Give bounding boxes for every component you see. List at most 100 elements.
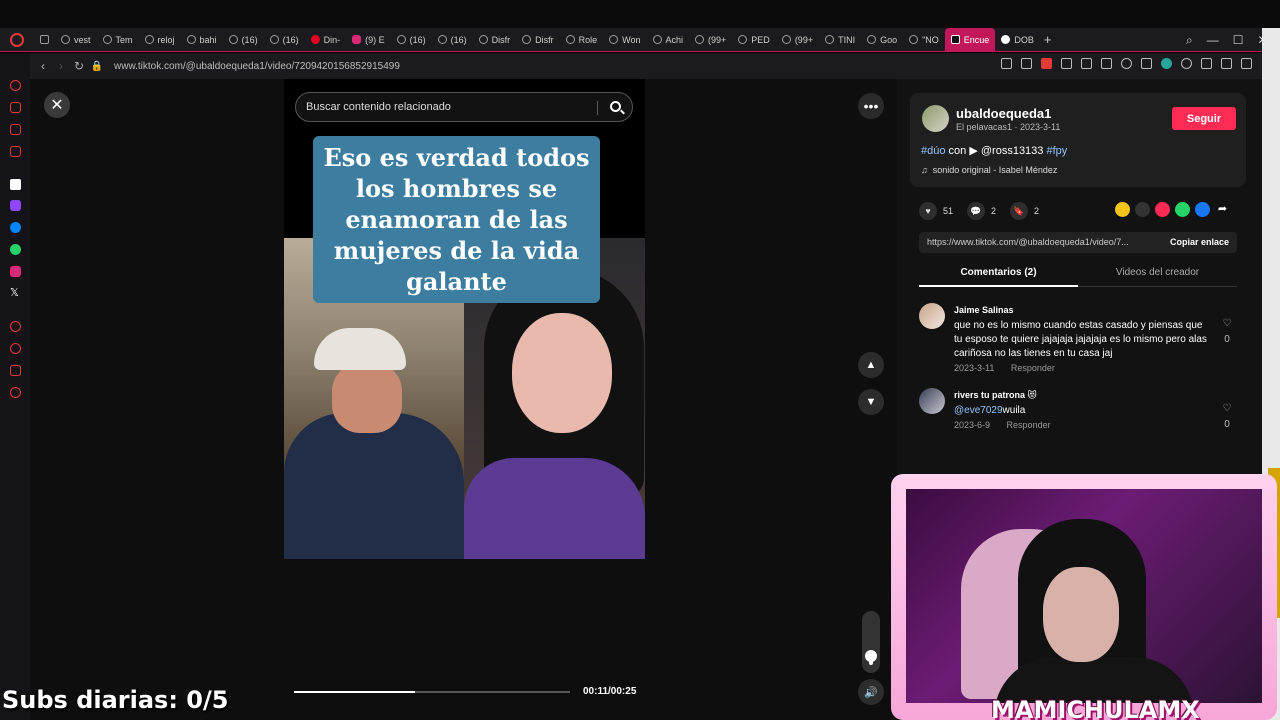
- progress-bar[interactable]: [294, 691, 570, 693]
- browser-tab[interactable]: Disfr: [473, 28, 517, 52]
- browser-tab[interactable]: Role: [560, 28, 604, 52]
- browser-tab[interactable]: (16): [264, 28, 305, 52]
- pin-icon[interactable]: [1001, 58, 1012, 69]
- snapshot-icon[interactable]: [1021, 58, 1032, 69]
- video-popout-icon[interactable]: [10, 321, 21, 332]
- history-icon[interactable]: [10, 343, 21, 354]
- hashtag-fpy[interactable]: #fpy: [1046, 145, 1067, 157]
- comment-stat[interactable]: 💬 2: [967, 202, 996, 220]
- heart-icon[interactable]: [1121, 58, 1132, 69]
- browser-tab[interactable]: Achi: [647, 28, 690, 52]
- url-field[interactable]: www.tiktok.com/@ubaldoequeda1/video/7209…: [114, 61, 400, 72]
- volume-icon[interactable]: 🔊: [858, 679, 884, 705]
- browser-tab[interactable]: (99+: [689, 28, 732, 52]
- like-stat[interactable]: ♥ 51: [919, 202, 953, 220]
- browser-tab[interactable]: vest: [55, 28, 97, 52]
- facebook-share-icon[interactable]: [1195, 202, 1210, 217]
- comment-like-icon[interactable]: ♡: [1220, 403, 1234, 414]
- browser-tab[interactable]: DOB: [995, 28, 1040, 52]
- browser-tab[interactable]: (99+: [776, 28, 819, 52]
- close-video-button[interactable]: ✕: [44, 92, 70, 118]
- comment-mention[interactable]: @eve7029: [954, 405, 1003, 416]
- save-stat[interactable]: 🔖 2: [1010, 202, 1039, 220]
- browser-tab[interactable]: (16): [391, 28, 432, 52]
- pocket-icon[interactable]: [1041, 58, 1052, 69]
- embed-icon[interactable]: [1135, 202, 1150, 217]
- messenger-m-icon[interactable]: [10, 146, 21, 157]
- extensions-icon[interactable]: [1141, 58, 1152, 69]
- adblock-icon[interactable]: [1081, 58, 1092, 69]
- comment-like-icon[interactable]: ♡: [1220, 318, 1234, 329]
- comment-avatar[interactable]: [919, 388, 945, 414]
- crypto-wallet-icon[interactable]: [10, 102, 21, 113]
- new-tab-button[interactable]: +: [1044, 32, 1052, 47]
- volume-slider[interactable]: [862, 611, 880, 673]
- related-search-input[interactable]: Buscar contenido relacionado: [295, 92, 633, 122]
- tab-workspace[interactable]: [34, 28, 55, 52]
- back-icon[interactable]: ‹: [34, 59, 52, 73]
- maximize-button[interactable]: ☐: [1233, 33, 1244, 47]
- download-icon[interactable]: [1221, 58, 1232, 69]
- ai-icon[interactable]: [10, 179, 21, 190]
- browser-tab[interactable]: Encue: [944, 27, 996, 52]
- browser-tab[interactable]: Disfr: [516, 28, 560, 52]
- reply-button[interactable]: Responder: [1007, 420, 1051, 430]
- browser-tab[interactable]: Tem: [97, 28, 139, 52]
- menu-icon[interactable]: [1241, 58, 1252, 69]
- search-icon[interactable]: [610, 101, 621, 112]
- minimize-button[interactable]: —: [1207, 33, 1219, 47]
- twitch-icon[interactable]: [10, 200, 21, 211]
- browser-tab[interactable]: (9) E: [346, 28, 391, 52]
- comment-author[interactable]: Jaime Salinas: [954, 305, 1014, 315]
- wallet-icon[interactable]: [1201, 58, 1212, 69]
- clock-icon[interactable]: [1181, 58, 1192, 69]
- player-icon[interactable]: [10, 124, 21, 135]
- whatsapp-share-icon[interactable]: [1175, 202, 1190, 217]
- opera-logo-icon[interactable]: [10, 32, 24, 47]
- browser-tab[interactable]: (16): [432, 28, 473, 52]
- aria-icon[interactable]: [10, 80, 21, 91]
- browser-tab[interactable]: Goo: [861, 28, 903, 52]
- more-options-button[interactable]: •••: [858, 93, 884, 119]
- vpn-badge-icon[interactable]: [1161, 58, 1172, 69]
- browser-tab[interactable]: Won: [603, 28, 646, 52]
- reload-icon[interactable]: ↻: [70, 59, 88, 73]
- creator-username[interactable]: ubaldoequeda1: [956, 106, 1051, 121]
- share-arrow-icon[interactable]: ➦: [1215, 202, 1230, 217]
- heart-icon[interactable]: ♥: [919, 202, 937, 220]
- play-icon[interactable]: [1101, 58, 1112, 69]
- previous-video-button[interactable]: ▲: [858, 352, 884, 378]
- translate-icon[interactable]: [1061, 58, 1072, 69]
- forward-icon[interactable]: ›: [52, 59, 70, 73]
- music-info[interactable]: ♫ sonido original - Isabel Méndez: [921, 165, 1057, 175]
- browser-tab[interactable]: bahi: [181, 28, 223, 52]
- send-friend-icon[interactable]: [1155, 202, 1170, 217]
- browser-tab[interactable]: reloj: [139, 28, 181, 52]
- comment-avatar[interactable]: [919, 303, 945, 329]
- comment-icon[interactable]: 💬: [967, 202, 986, 220]
- facebook-messenger-icon[interactable]: [10, 222, 21, 233]
- reply-button[interactable]: Responder: [1011, 363, 1055, 373]
- repost-icon[interactable]: [1115, 202, 1130, 217]
- browser-tab[interactable]: Din-: [305, 28, 347, 52]
- browser-tab[interactable]: TINI: [819, 28, 861, 52]
- x-twitter-icon[interactable]: 𝕏: [10, 288, 21, 299]
- search-tabs-icon[interactable]: ⌕: [1186, 33, 1193, 48]
- browser-tab[interactable]: "NO: [903, 28, 945, 52]
- video-player[interactable]: Eso es verdad todos los hombres se enamo…: [284, 79, 645, 559]
- bookmark-icon[interactable]: 🔖: [1010, 202, 1029, 220]
- follow-button[interactable]: Seguir: [1172, 107, 1236, 130]
- creator-avatar[interactable]: [922, 105, 949, 132]
- duet-mention[interactable]: ▶ @ross13133: [969, 145, 1043, 157]
- copy-link-button[interactable]: Copiar enlace: [1170, 237, 1229, 247]
- whatsapp-icon[interactable]: [10, 244, 21, 255]
- comment-author[interactable]: rivers tu patrona 😻: [954, 390, 1037, 401]
- settings-icon[interactable]: [10, 387, 21, 398]
- hashtag-duo[interactable]: #dúo: [921, 145, 945, 157]
- tab-creator-videos[interactable]: Videos del creador: [1078, 267, 1237, 287]
- extensions-sidebar-icon[interactable]: [10, 365, 21, 376]
- browser-tab[interactable]: PED: [732, 28, 776, 52]
- tab-comments[interactable]: Comentarios (2): [919, 267, 1078, 287]
- share-link[interactable]: https://www.tiktok.com/@ubaldoequeda1/vi…: [927, 237, 1147, 247]
- instagram-icon[interactable]: [10, 266, 21, 277]
